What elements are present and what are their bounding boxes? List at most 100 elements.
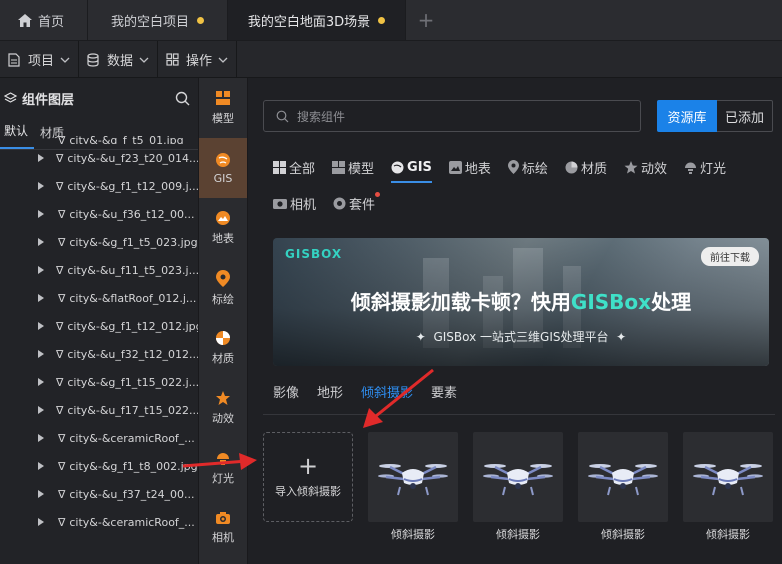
tree-row[interactable]: ∇ city&-&ceramicRoof_... xyxy=(0,424,198,452)
caret-right-icon[interactable] xyxy=(38,406,44,414)
model-icon xyxy=(215,90,231,110)
tree-row[interactable]: ∇ city&-&u_f23_t20_014... xyxy=(0,144,198,172)
drone-icon xyxy=(693,457,763,497)
unsaved-dot xyxy=(378,16,386,24)
tab-home[interactable]: 首页 xyxy=(0,0,88,40)
caret-right-icon[interactable] xyxy=(38,238,46,246)
rail-item-model[interactable]: 模型 xyxy=(199,78,247,138)
menu-data[interactable]: 数据 xyxy=(79,41,159,78)
tree-row-label: city&-&g_f1_t5_023.jpg xyxy=(69,235,198,249)
tree-row[interactable]: ∇ city&-&g_f1_t8_002.jpg xyxy=(0,452,198,480)
subtab[interactable]: 地形 xyxy=(317,382,343,401)
drone-icon xyxy=(588,457,658,497)
category-chip[interactable]: 材质 xyxy=(565,154,607,180)
tree-row[interactable]: ∇ city&-&flatRoof_012.j... xyxy=(0,284,198,312)
light-icon xyxy=(684,161,697,174)
oblique-card-label: 倾斜摄影 xyxy=(601,528,645,541)
layer-icon: ∇ xyxy=(56,179,64,193)
tree-row[interactable]: ∇ city&-&u_f17_t15_022.... xyxy=(0,396,198,424)
caret-right-icon[interactable] xyxy=(38,518,46,526)
oblique-card[interactable] xyxy=(683,432,773,522)
subtab[interactable]: 影像 xyxy=(273,382,299,401)
new-tab-button[interactable]: + xyxy=(406,0,446,40)
terrain-icon xyxy=(215,210,231,230)
tab-scene[interactable]: 我的空白地面3D场景 xyxy=(228,0,406,40)
tree-row[interactable]: ∇ city&-&u_f37_t24_00... xyxy=(0,480,198,508)
category-chip[interactable]: 灯光 xyxy=(684,154,726,180)
rail-item-camera[interactable]: 相机 xyxy=(199,498,247,558)
category-chip[interactable]: 标绘 xyxy=(507,154,548,180)
tab-project[interactable]: 我的空白项目 xyxy=(88,0,228,40)
rail-item-pin[interactable]: 标绘 xyxy=(199,258,247,318)
rail-item-effect[interactable]: 动效 xyxy=(199,378,247,438)
category-chip[interactable]: 全部 xyxy=(273,154,315,180)
layer-panel-title: 组件图层 xyxy=(22,92,75,108)
subtab[interactable]: 倾斜摄影 xyxy=(361,382,413,401)
tree-row[interactable]: ∇ city&-&g_f1_t12_012.jpg xyxy=(0,312,198,340)
rail-item-label: 动效 xyxy=(212,412,234,425)
menu-operate[interactable]: 操作 xyxy=(158,41,238,78)
tree-row[interactable]: ∇ city&-&g_f1_t5_023.jpg xyxy=(0,228,198,256)
category-chip[interactable]: 套件 xyxy=(333,190,381,216)
oblique-card[interactable] xyxy=(368,432,458,522)
category-chip[interactable]: 模型 xyxy=(332,154,374,180)
tree-row[interactable]: ∇ city&-&g_f1_t15_022.j... xyxy=(0,368,198,396)
category-chip-label: 标绘 xyxy=(521,161,548,177)
category-chip[interactable]: 地表 xyxy=(448,154,491,180)
import-oblique-button[interactable]: + 导入倾斜摄影 xyxy=(263,432,353,522)
oblique-card[interactable] xyxy=(578,432,668,522)
promo-banner[interactable]: GISBOX 前往下载 倾斜摄影加载卡顿？快用GISBox处理 ✦ GISBox… xyxy=(273,238,769,366)
search-input[interactable]: 搜索组件 xyxy=(263,100,641,132)
category-chip[interactable]: GIS xyxy=(391,154,432,183)
tree-row-label: city&-&g_f1_t8_002.jpg xyxy=(69,459,198,473)
caret-right-icon[interactable] xyxy=(38,210,46,218)
tree-row[interactable]: ∇ city&-&u_f11_t5_023.j... xyxy=(0,256,198,284)
caret-right-icon[interactable] xyxy=(38,294,46,302)
caret-right-icon[interactable] xyxy=(38,322,44,330)
notification-dot xyxy=(375,192,381,197)
category-filter: 全部 模型 GIS 地表 标绘 材质 动效 灯光 相机 套件 xyxy=(273,154,782,226)
tree-row-partial: ∇ city&-&g_f_t5_01.jpg xyxy=(0,136,198,144)
tree-row[interactable]: ∇ city&-&g_f1_t12_009.j... xyxy=(0,172,198,200)
category-chip-label: 动效 xyxy=(640,161,667,177)
search-icon[interactable] xyxy=(175,91,190,106)
added-button[interactable]: 已添加 xyxy=(717,100,773,132)
caret-right-icon[interactable] xyxy=(38,350,44,358)
caret-right-icon[interactable] xyxy=(38,154,44,162)
tree-row-label: city&-&g_f_t5_01.jpg xyxy=(69,136,184,144)
rail-item-gis[interactable]: GIS xyxy=(199,138,247,198)
tree-row-label: city&-&u_f36_t12_00... xyxy=(69,207,195,221)
layer-icon: ∇ xyxy=(58,431,66,445)
caret-right-icon[interactable] xyxy=(38,462,46,470)
tree-row-label: city&-&ceramicRoof_... xyxy=(69,515,195,529)
caret-right-icon[interactable] xyxy=(38,266,44,274)
caret-right-icon[interactable] xyxy=(38,378,44,386)
gis-icon xyxy=(391,161,404,174)
tree-row[interactable]: ∇ city&-&u_f36_t12_00... xyxy=(0,200,198,228)
plus-icon: + xyxy=(297,452,319,480)
caret-right-icon[interactable] xyxy=(38,182,44,190)
terrain-icon xyxy=(448,160,462,174)
category-chip[interactable]: 动效 xyxy=(624,154,667,180)
subtab[interactable]: 要素 xyxy=(431,382,457,401)
resource-library-button[interactable]: 资源库 xyxy=(657,100,717,132)
rail-item-light[interactable]: 灯光 xyxy=(199,438,247,498)
download-button[interactable]: 前往下载 xyxy=(701,247,759,266)
tree-row[interactable]: ∇ city&-&ceramicRoof_... xyxy=(0,508,198,536)
menu-project-label: 项目 xyxy=(28,54,55,69)
tree-row-label: city&-&u_f32_t12_012.... xyxy=(67,347,198,361)
tree-row-label: city&-&u_f17_t15_022.... xyxy=(67,403,198,417)
banner-headline: 倾斜摄影加载卡顿？快用GISBox处理 xyxy=(273,286,769,315)
caret-right-icon[interactable] xyxy=(38,490,46,498)
menu-project[interactable]: 项目 xyxy=(0,41,80,78)
tree-row[interactable]: ∇ city&-&u_f32_t12_012.... xyxy=(0,340,198,368)
kit-icon xyxy=(333,197,346,210)
rail-item-material[interactable]: 材质 xyxy=(199,318,247,378)
category-chip[interactable]: 相机 xyxy=(273,190,316,216)
rail-item-terrain[interactable]: 地表 xyxy=(199,198,247,258)
divider xyxy=(263,414,775,415)
oblique-card[interactable] xyxy=(473,432,563,522)
caret-right-icon[interactable] xyxy=(38,434,46,442)
layer-icon: ∇ xyxy=(58,515,66,529)
tree-row-label: city&-&u_f23_t20_014... xyxy=(67,151,198,165)
